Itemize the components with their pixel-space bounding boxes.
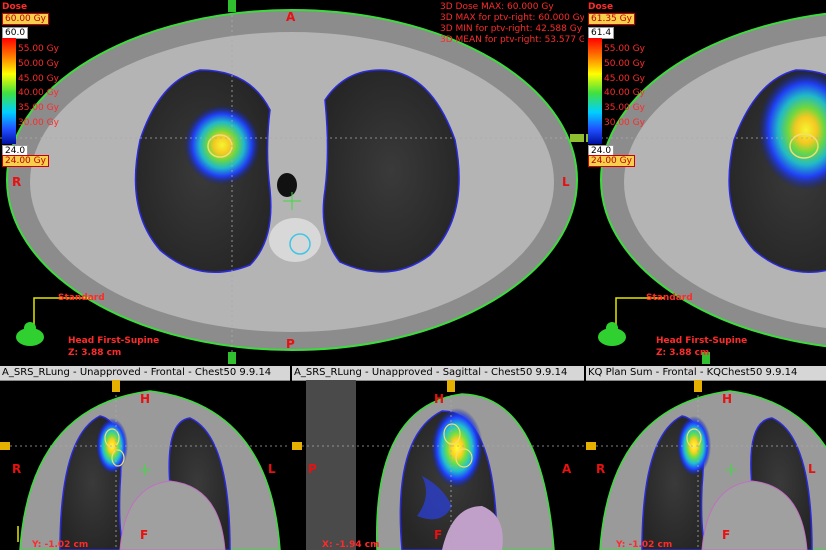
orientation-posterior: P [286,337,295,351]
orientation-head: H [140,392,151,406]
sagittal-viewport[interactable]: A_SRS_RLung - Unapproved - Sagittal - Ch… [292,366,584,550]
dose-scale-tick: 35.00 Gy [604,103,645,114]
orientation-left: L [268,462,276,476]
orientation-anterior: A [286,10,296,24]
axial-ct-image [0,0,584,364]
orientation-left: L [808,462,816,476]
dose-colorbar [2,38,16,144]
frontal-viewport-right[interactable]: KQ Plan Sum - Frontal - KQChest50 9.9.14… [586,366,826,550]
axial-viewport-right[interactable]: Dose 61.35 Gy 61.4 55.00 Gy 50.00 Gy 45.00… [586,0,826,364]
dose-scale-tick: 30.00 Gy [604,118,645,128]
orientation-right: R [12,462,22,476]
dose-scale-tick: 45.00 Gy [18,73,59,84]
frontal-viewport-left[interactable]: A_SRS_RLung - Unapproved - Frontal - Che… [0,366,290,550]
dose-scale-tick: 40.00 Gy [604,88,645,99]
slice-z-coordinate: Z: 3.88 cm [656,348,710,358]
dose-title: Dose [588,2,614,12]
standard-label: Standard [646,293,693,303]
dose-scale-tick: 55.00 Gy [604,44,645,54]
dose-stat-line: 3D Dose MAX: 60.000 Gy [440,2,554,12]
orientation-feet: F [434,528,443,542]
orientation-posterior: P [308,462,317,476]
slice-z-coordinate: Z: 3.88 cm [68,348,122,358]
dose-stat-line: 3D MIN for ptv-right: 42.588 Gy [440,24,583,34]
dose-colorbar [588,38,602,144]
orientation-anterior: A [562,462,572,476]
dose-max-box[interactable]: 60.00 Gy [2,13,49,25]
orientation-feet: F [140,528,149,542]
axial-ct-image-sum [586,12,826,364]
patient-position: Head First-Supine [656,336,748,346]
orientation-head: H [434,392,445,406]
dose-scale-tick: 50.00 Gy [18,58,59,69]
orientation-head: H [722,392,733,406]
dose-scale-tick: 35.00 Gy [18,103,59,114]
dose-stat-line: 3D MEAN for ptv-right: 53.577 Gy [440,35,584,45]
dose-title: Dose [2,2,28,12]
orientation-right: R [12,175,22,189]
orientation-feet: F [722,528,731,542]
dose-stat-line: 3D MAX for ptv-right: 60.000 Gy [440,13,584,23]
dose-min-box[interactable]: 24.00 Gy [588,155,635,167]
slice-coordinate: Y: -1.02 cm [616,540,673,550]
slice-coordinate: Y: -1.02 cm [32,540,89,550]
slice-coordinate: X: -1.94 cm [322,540,380,550]
orientation-right: R [596,462,606,476]
orientation-left: L [562,175,570,189]
frontal-ct-image-sum [586,380,826,550]
dose-scale-tick: 40.00 Gy [18,88,59,99]
standard-label: Standard [58,293,105,303]
axial-viewport-left[interactable]: A P R L Dose 60.00 Gy 60.0 55.00 Gy 50.00… [0,0,584,364]
dose-scale-tick: 55.00 Gy [18,44,59,54]
dose-scale-tick: 30.00 Gy [18,118,59,128]
dose-max-box[interactable]: 61.35 Gy [588,13,635,25]
patient-position: Head First-Supine [68,336,160,346]
dose-scale-tick: 45.00 Gy [604,73,645,84]
dose-min-box[interactable]: 24.00 Gy [2,155,49,167]
dose-scale-tick: 50.00 Gy [604,58,645,69]
